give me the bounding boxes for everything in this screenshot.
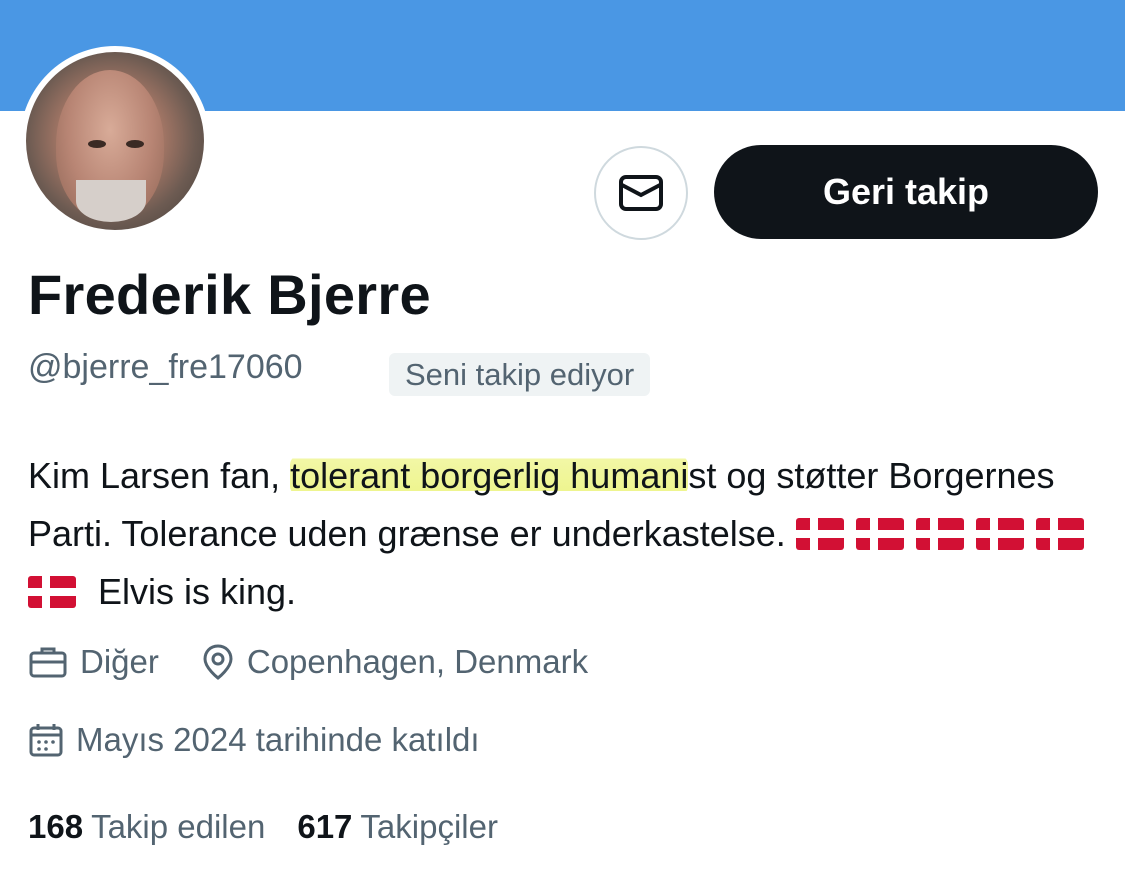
join-date-row: Mayıs 2024 tarihinde katıldı [28,721,522,759]
location-item: Copenhagen, Denmark [201,643,588,681]
calendar-icon [29,724,63,757]
profile-meta-row: Diğer Copenhagen, Denmark [28,643,630,681]
bio-text: Elvis is king. [88,571,297,612]
avatar-eye [126,140,144,148]
denmark-flag-icon [795,518,844,550]
briefcase-icon [29,647,67,678]
bio-highlighted-text: tolerant borgerlig humani [290,455,689,496]
avatar-eye [88,140,106,148]
location-pin-icon [203,644,233,680]
location-label: Copenhagen, Denmark [246,643,589,680]
follow-stats: 168 Takip edilen 617 Takipçiler [28,808,530,846]
message-button[interactable] [594,146,688,240]
join-date-label: Mayıs 2024 tarihinde katıldı [76,721,480,758]
denmark-flag-icon [1035,518,1084,550]
bio-text: Kim Larsen fan, [28,455,291,496]
profession-item: Diğer [28,643,159,681]
following-stat[interactable]: 168 Takip edilen [28,808,265,846]
followers-label: Takipçiler [360,808,498,845]
denmark-flag-icon [28,576,76,608]
following-label: Takip edilen [91,808,266,845]
profession-label: Diğer [80,643,159,680]
username-handle: @bjerre_fre17060 [28,348,303,386]
follow-back-button[interactable]: Geri takip [714,145,1098,239]
display-name: Frederik Bjerre [28,263,431,326]
denmark-flag-icon [855,518,904,550]
profile-bio: Kim Larsen fan, tolerant borgerlig human… [28,447,1108,621]
mail-icon [619,175,663,211]
join-date-item: Mayıs 2024 tarihinde katıldı [28,721,480,759]
denmark-flag-icon [975,518,1024,550]
followers-count: 617 [297,808,353,845]
follows-you-badge: Seni takip ediyor [389,353,651,396]
avatar[interactable] [20,46,210,236]
avatar-photo [26,52,204,230]
avatar-beard [76,180,146,222]
followers-stat[interactable]: 617 Takipçiler [297,808,498,846]
denmark-flag-icon [915,518,964,550]
following-count: 168 [28,808,84,845]
